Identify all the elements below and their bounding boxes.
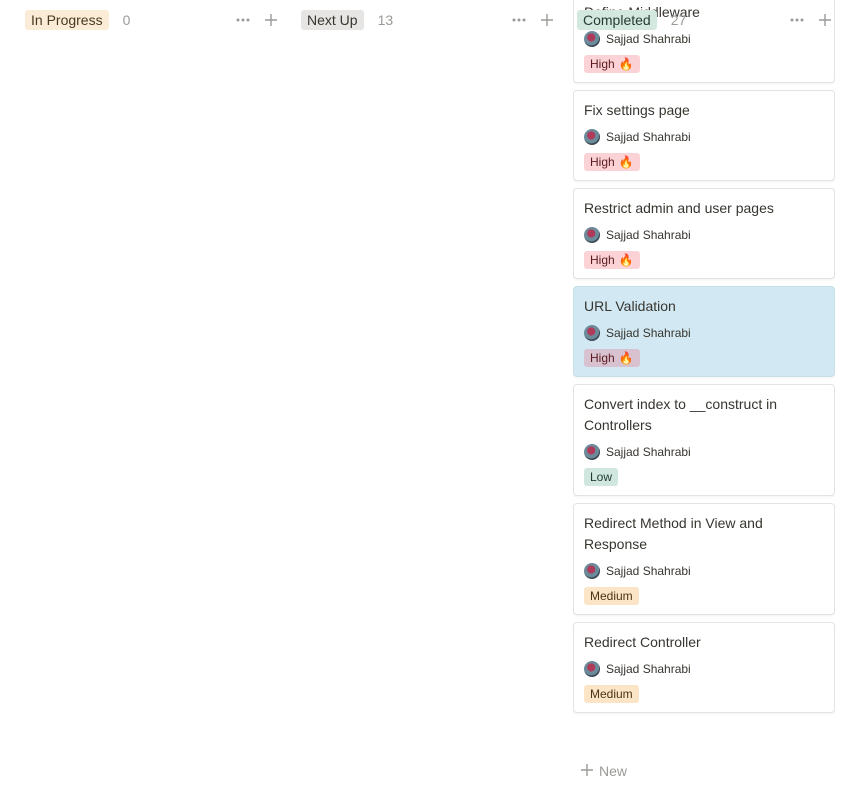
column-actions (509, 10, 557, 30)
plus-icon (581, 763, 593, 779)
plus-icon[interactable] (537, 10, 557, 30)
avatar (584, 661, 600, 677)
board-card[interactable]: Fix settings page Sajjad Shahrabi High 🔥 (573, 90, 835, 181)
card-assignee: Sajjad Shahrabi (584, 444, 824, 460)
card-assignee: Sajjad Shahrabi (584, 325, 824, 341)
card-title: Redirect Controller (584, 634, 701, 650)
column-actions (787, 10, 835, 30)
card-title: Convert index to __construct in Controll… (584, 396, 777, 433)
column-actions (233, 10, 281, 30)
board-card[interactable]: Redirect Method in View and Response Saj… (573, 503, 835, 615)
new-card-button[interactable]: New (581, 761, 627, 781)
board-card[interactable]: Restrict admin and user pages Sajjad Sha… (573, 188, 835, 279)
avatar (584, 129, 600, 145)
group-count: 13 (377, 12, 394, 28)
assignee-name: Sajjad Shahrabi (606, 662, 691, 676)
fire-icon: 🔥 (618, 253, 634, 267)
plus-icon[interactable] (261, 10, 281, 30)
avatar (584, 444, 600, 460)
card-assignee: Sajjad Shahrabi (584, 563, 824, 579)
column-header: In Progress 0 (25, 10, 281, 30)
priority-badge: High 🔥 (584, 349, 640, 367)
card-title: Fix settings page (584, 102, 690, 118)
column-completed: Define Middleware Sajjad Shahrabi High🔥 … (573, 0, 835, 793)
card-assignee: Sajjad Shahrabi (584, 227, 824, 243)
more-horizontal-icon[interactable] (787, 10, 807, 30)
more-horizontal-icon[interactable] (233, 10, 253, 30)
priority-label: Low (590, 470, 613, 484)
group-count: 0 (122, 12, 131, 28)
avatar (584, 227, 600, 243)
priority-badge: Medium (584, 587, 639, 605)
group-label-next-up[interactable]: Next Up (301, 10, 364, 30)
priority-badge: High 🔥 (584, 55, 640, 73)
fire-icon: 🔥 (618, 155, 634, 169)
card-assignee: Sajjad Shahrabi (584, 31, 824, 47)
assignee-name: Sajjad Shahrabi (606, 32, 691, 46)
avatar (584, 563, 600, 579)
new-card-label: New (599, 763, 628, 779)
priority-label: Medium (590, 589, 633, 603)
fire-icon: 🔥 (618, 351, 634, 365)
plus-icon[interactable] (815, 10, 835, 30)
column-header: Next Up 13 (301, 10, 557, 30)
avatar (584, 325, 600, 341)
card-assignee: Sajjad Shahrabi (584, 129, 824, 145)
priority-badge: High 🔥 (584, 251, 640, 269)
assignee-name: Sajjad Shahrabi (606, 130, 691, 144)
more-horizontal-icon[interactable] (509, 10, 529, 30)
cards-list: Define Middleware Sajjad Shahrabi High🔥 … (573, 0, 835, 760)
group-count: 27 (670, 12, 687, 28)
priority-label: High (590, 155, 615, 169)
avatar (584, 31, 600, 47)
priority-label: High (590, 57, 615, 71)
priority-label: High (590, 253, 615, 267)
priority-label: High (590, 351, 615, 365)
cards-scroll: Define Middleware Sajjad Shahrabi High🔥 … (573, 0, 835, 720)
assignee-name: Sajjad Shahrabi (606, 228, 691, 242)
priority-badge: Medium (584, 685, 639, 703)
card-title: Redirect Method in View and Response (584, 515, 763, 552)
board-card-selected[interactable]: URL Validation Sajjad Shahrabi High 🔥 (573, 286, 835, 377)
card-title: Restrict admin and user pages (584, 200, 774, 216)
group-label-completed[interactable]: Completed (577, 10, 657, 30)
priority-badge: High 🔥 (584, 153, 640, 171)
priority-label: Medium (590, 687, 633, 701)
fire-icon: 🔥 (618, 57, 634, 71)
board-card[interactable]: Redirect Controller Sajjad Shahrabi Medi… (573, 622, 835, 713)
assignee-name: Sajjad Shahrabi (606, 445, 691, 459)
priority-badge: Low (584, 468, 619, 486)
assignee-name: Sajjad Shahrabi (606, 564, 691, 578)
column-header: Completed 27 (577, 10, 835, 30)
group-label-in-progress[interactable]: In Progress (25, 10, 109, 30)
card-title: URL Validation (584, 298, 676, 314)
assignee-name: Sajjad Shahrabi (606, 326, 691, 340)
board-card[interactable]: Convert index to __construct in Controll… (573, 384, 835, 496)
card-assignee: Sajjad Shahrabi (584, 661, 824, 677)
